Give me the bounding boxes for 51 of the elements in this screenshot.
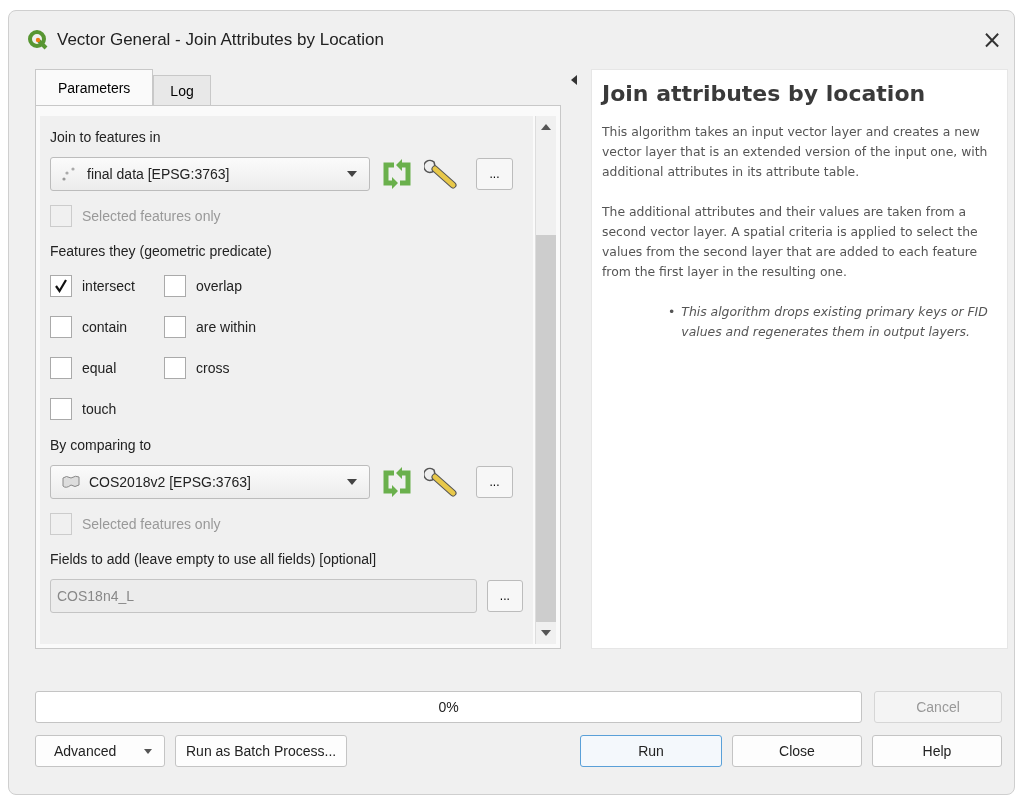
scrollbar[interactable] (535, 116, 556, 644)
checkbox-label: equal (82, 360, 117, 376)
menu-button[interactable]: Advanced (35, 735, 165, 767)
help-paragraph: This algorithm takes an input vector layer and creates a new vector layer that is an extended version of the input one, with additional attributes in its attribute table. (602, 123, 989, 181)
scroll-up-icon[interactable] (541, 124, 551, 130)
caret-icon (144, 748, 152, 754)
close-button[interactable]: × (970, 20, 1014, 60)
checkbox[interactable] (50, 275, 72, 297)
help-note: This algorithm drops existing primary keys or FID values and regenerates them in output layers. (681, 303, 989, 341)
layer-dropdown[interactable]: COS2018v2 [EPSG:3763] (50, 465, 370, 499)
parameter-label: Fields to add (leave empty to use all fields) [optional] (50, 550, 378, 569)
bullet: • (668, 303, 676, 321)
progress-text: 0% (438, 699, 459, 715)
checkbox-label: are within (196, 319, 256, 335)
checkbox-label: touch (82, 401, 117, 417)
checkbox[interactable] (50, 357, 72, 379)
checkbox-label: intersect (82, 278, 135, 294)
tab[interactable]: Log (153, 75, 211, 105)
checkbox-label: overlap (196, 278, 242, 294)
wrench-icon[interactable] (424, 158, 460, 190)
app-logo-icon (27, 29, 49, 51)
polygon-layer-icon (61, 474, 81, 490)
checkbox[interactable] (164, 316, 186, 338)
checkbox[interactable] (164, 357, 186, 379)
window-title: Vector General - Join Attributes by Location (57, 30, 385, 50)
tab[interactable]: Parameters (35, 69, 154, 105)
dialog-button[interactable]: Run (580, 735, 722, 767)
caret-icon (347, 171, 357, 177)
help-title: Join attributes by location (602, 80, 927, 108)
checkbox-label: Selected features only (82, 208, 221, 224)
scroll-down-icon[interactable] (541, 630, 551, 636)
checkbox-label: cross (196, 360, 230, 376)
help-paragraph: The additional attributes and their values are taken from a second vector layer. A spatial criteria is applied to select the values from the second layer that are added to each feature from the first layer in the resulting one. (602, 203, 979, 281)
wrench-icon[interactable] (424, 466, 460, 498)
parameter-label: By comparing to (50, 436, 153, 455)
dialog-button[interactable]: Run as Batch Process... (175, 735, 348, 767)
caret-icon (347, 479, 357, 485)
layer-dropdown[interactable]: final data [EPSG:3763] (50, 157, 370, 191)
checkbox[interactable] (164, 275, 186, 297)
checkbox[interactable] (50, 316, 72, 338)
dialog-button[interactable]: Close (732, 735, 862, 767)
check-mark-icon (54, 279, 68, 293)
checkbox-label: Selected features only (82, 516, 221, 532)
options-button[interactable]: ... (476, 158, 513, 190)
checkbox-label: contain (82, 319, 128, 335)
dialog-button[interactable]: Help (872, 735, 1002, 767)
options-button[interactable]: ... (476, 466, 513, 498)
parameter-label: Features they (geometric predicate) (50, 242, 273, 261)
parameter-label: Join to features in (50, 128, 162, 147)
checkbox[interactable] (50, 398, 72, 420)
collapse-arrow-icon[interactable] (571, 75, 577, 85)
